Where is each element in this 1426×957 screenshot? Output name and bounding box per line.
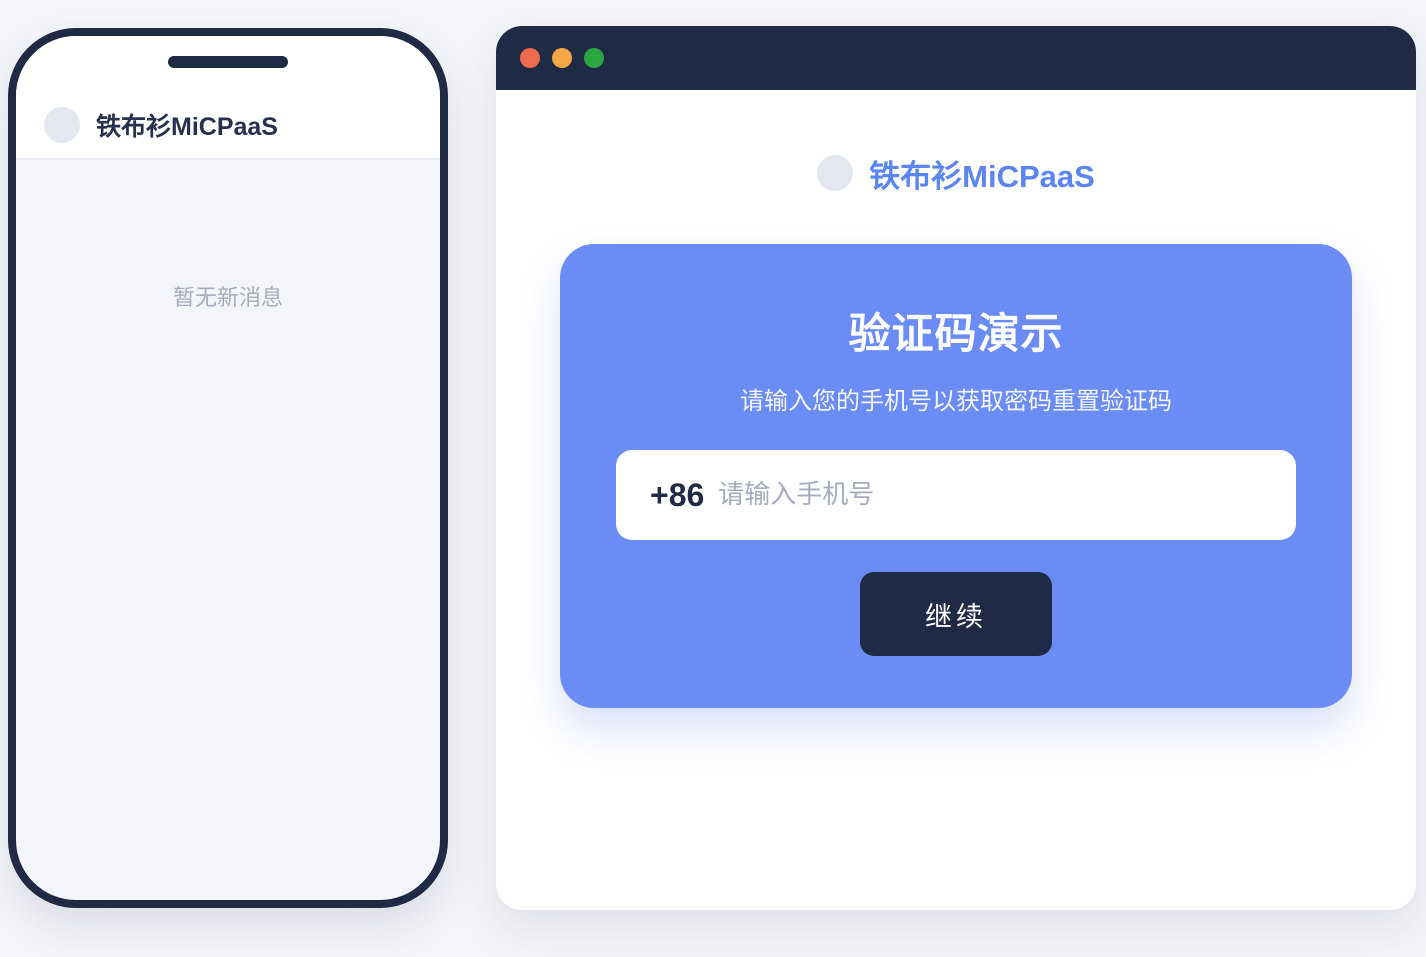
card-title: 验证码演示 — [848, 309, 1064, 358]
close-window-dot[interactable] — [520, 48, 540, 68]
phone-header: 铁布衫MiCPaaS — [16, 92, 440, 160]
phone-number-input[interactable] — [718, 480, 1239, 510]
empty-messages-text: 暂无新消息 — [172, 286, 283, 311]
phone-input-group[interactable]: +86 — [616, 450, 1296, 540]
avatar — [44, 107, 80, 143]
continue-button[interactable]: 继续 — [860, 572, 1052, 656]
maximize-window-dot[interactable] — [584, 48, 604, 68]
logo-avatar — [817, 155, 854, 191]
brand-header: 铁布衫MiCPaaS — [496, 154, 1416, 194]
country-code: +86 — [650, 476, 705, 513]
phone-status-area — [16, 36, 440, 92]
browser-titlebar — [496, 26, 1416, 90]
phone-notch — [168, 56, 288, 68]
card-subtitle: 请输入您的手机号以获取密码重置验证码 — [740, 387, 1172, 415]
browser-window: 铁布衫MiCPaaS 验证码演示 请输入您的手机号以获取密码重置验证码 +86 … — [496, 26, 1416, 910]
phone-mockup: 铁布衫MiCPaaS 暂无新消息 — [8, 28, 448, 908]
browser-brand-name: 铁布衫MiCPaaS — [869, 158, 1095, 194]
phone-brand-name: 铁布衫MiCPaaS — [96, 113, 278, 141]
verification-card: 验证码演示 请输入您的手机号以获取密码重置验证码 +86 继续 — [560, 244, 1352, 708]
minimize-window-dot[interactable] — [552, 48, 572, 68]
stage: 铁布衫MiCPaaS 暂无新消息 铁布衫MiCPaaS 验证码演示 请输入您的手… — [0, 0, 1426, 957]
